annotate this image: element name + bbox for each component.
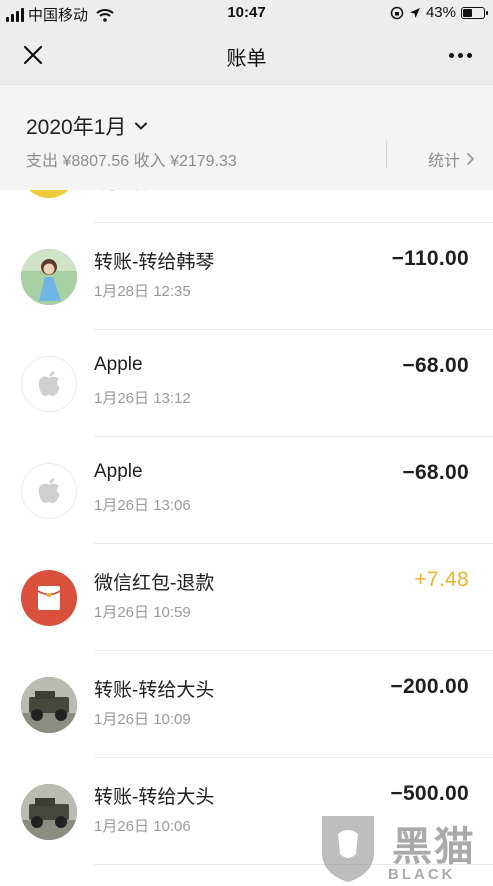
transaction-amount: −68.00: [402, 461, 469, 484]
transaction-date: 1月26日 10:59: [94, 604, 191, 621]
transaction-title: 转账-转给韩琴: [94, 252, 215, 273]
transaction-date: 1月26日 13:06: [94, 497, 191, 514]
rotation-lock-icon: [390, 6, 404, 19]
transaction-date: 1月26日 10:06: [94, 818, 191, 835]
watermark-logo: 黑猫 BLACK CAT: [318, 812, 493, 886]
transaction-title: 转账-转给大头: [94, 680, 215, 701]
more-dots-icon[interactable]: [445, 42, 475, 68]
transaction-amount: −110.00: [391, 247, 469, 270]
transaction-row[interactable]: 转账-转给大头 1月26日 10:09 −200.00: [0, 651, 493, 758]
transaction-row[interactable]: 微信红包-退款 1月26日 10:59 +7.48: [0, 544, 493, 651]
transaction-amount: −68.00: [402, 354, 469, 377]
photo-avatar: [21, 677, 77, 733]
chevron-right-icon: [467, 153, 475, 165]
transaction-amount: −500.00: [390, 782, 469, 805]
chevron-down-icon: [135, 122, 148, 130]
photo-avatar: [21, 249, 77, 305]
transaction-title: Apple: [94, 354, 143, 375]
transaction-date: 1月26日 13:12: [94, 390, 191, 407]
month-label: 2020年1月: [26, 116, 127, 139]
transaction-title: 微信红包-退款: [94, 573, 215, 594]
transaction-date: 1月28日 12:35: [94, 283, 191, 300]
apple-icon: [21, 463, 77, 519]
month-summary: 2020年1月 支出 ¥8807.56 收入 ¥2179.33 统计: [0, 84, 493, 190]
apple-icon: [21, 356, 77, 412]
stats-label: 统计: [427, 153, 460, 170]
transaction-title: 转账-转给大头: [94, 787, 215, 808]
photo-avatar: [21, 784, 77, 840]
transaction-title: Apple: [94, 461, 143, 482]
location-arrow-icon: [409, 7, 420, 18]
summary-divider: [386, 141, 387, 169]
transaction-row[interactable]: 转账-转给韩琴 1月28日 12:35 −110.00: [0, 223, 493, 330]
page-title: 账单: [226, 48, 267, 70]
battery-percent: 43%: [425, 4, 456, 21]
nav-bar: 账单: [0, 26, 493, 84]
expense-income-totals: 支出 ¥8807.56 收入 ¥2179.33: [26, 153, 237, 170]
transaction-date: 1月26日 10:09: [94, 711, 191, 728]
stats-button[interactable]: 统计: [428, 147, 475, 171]
status-right: 43%: [390, 4, 488, 21]
transaction-amount: −200.00: [390, 675, 469, 698]
transaction-amount: +7.48: [414, 568, 469, 591]
red-packet-icon: [21, 570, 77, 626]
transaction-row[interactable]: Apple 1月26日 13:06 −68.00: [0, 437, 493, 544]
battery-icon: [461, 6, 488, 19]
status-bar: 中国移动 10:47 43%: [0, 0, 493, 26]
month-selector[interactable]: 2020年1月: [26, 111, 148, 141]
transaction-list: 1月29日 12:03 转账-转给韩琴 1月28日 12:35 −110.00 …: [0, 116, 493, 865]
transaction-row[interactable]: Apple 1月26日 13:12 −68.00: [0, 330, 493, 437]
